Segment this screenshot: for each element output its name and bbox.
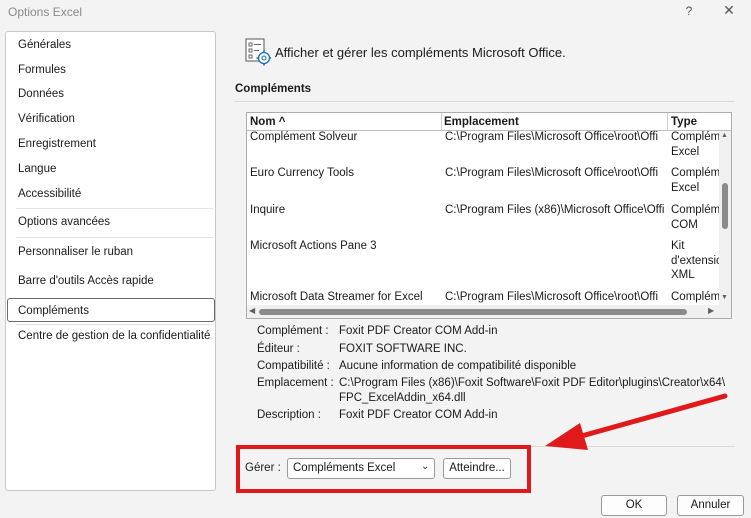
sidebar-divider [16,237,213,238]
sidebar-item-enregistrement[interactable]: Enregistrement [18,138,96,150]
row-type: Complém Excel [671,131,721,158]
row-name: Complément Solveur [250,131,358,143]
window-title: Options Excel [8,5,83,19]
list-header: Nom ^ Emplacement Type [247,113,731,131]
sidebar-divider [16,324,213,325]
scroll-down-arrow-icon[interactable]: ▼ [721,294,728,301]
detail-complement-label: Complément : [257,325,329,337]
title-bar: Options Excel ? ✕ [0,0,751,24]
detail-editor-value: FOXIT SOFTWARE INC. [339,343,467,355]
detail-editor-label: Éditeur : [257,343,300,355]
sidebar-item-personnaliser-ruban[interactable]: Personnaliser le ruban [18,246,133,258]
detail-compat-label: Compatibilité : [257,360,330,372]
detail-location-label: Emplacement : [257,377,334,389]
vertical-scroll-thumb[interactable] [722,183,728,229]
row-name: Microsoft Actions Pane 3 [250,240,377,252]
sidebar: Générales Formules Données Vérification … [5,31,216,491]
column-header-type[interactable]: Type [671,116,697,128]
detail-complement-value: Foxit PDF Creator COM Add-in [339,325,498,337]
sidebar-divider [16,208,213,209]
row-type: Complém Excel [671,167,721,194]
row-location: C:\Program Files\Microsoft Office\root\O… [445,131,659,143]
row-location: C:\Program Files\Microsoft Office\root\O… [445,167,659,179]
column-divider[interactable] [667,113,668,131]
sidebar-item-options-avancees[interactable]: Options avancées [18,216,110,228]
row-location: C:\Program Files (x86)\Microsoft Office\… [445,204,665,216]
scroll-up-arrow-icon[interactable]: ▲ [721,132,728,139]
row-name: Microsoft Data Streamer for Excel [250,291,423,303]
close-button[interactable]: ✕ [720,2,738,20]
detail-compat-value: Aucune information de compatibilité disp… [339,360,577,372]
sidebar-item-accessibilite[interactable]: Accessibilité [18,188,81,200]
scroll-left-arrow-icon[interactable]: ◀ [249,306,255,315]
section-divider [235,101,735,102]
column-divider[interactable] [441,113,442,131]
row-type: Kit d'extensic XML [671,240,721,281]
row-location: C:\Program Files\Microsoft Office\root\O… [445,291,659,303]
row-type: Complém [671,291,721,303]
help-button[interactable]: ? [682,4,696,20]
sidebar-item-langue[interactable]: Langue [18,163,56,175]
sidebar-item-complements[interactable]: Compléments [18,305,89,317]
horizontal-scroll-thumb[interactable] [259,309,687,315]
column-header-nom[interactable]: Nom ^ [250,116,285,128]
column-header-emplacement[interactable]: Emplacement [444,116,519,128]
scroll-right-arrow-icon[interactable]: ▶ [708,306,714,315]
addins-list[interactable]: Nom ^ Emplacement Type Complément Solveu… [246,112,732,319]
highlight-box [236,445,531,493]
sidebar-item-centre-confidentialite[interactable]: Centre de gestion de la confidentialité [18,330,210,342]
header-description: Afficher et gérer les compléments Micros… [275,45,566,60]
sidebar-item-barre-outils[interactable]: Barre d'outils Accès rapide [18,275,154,287]
detail-location-value-cont: FPC_ExcelAddin_x64.dll [339,392,466,404]
sidebar-item-formules[interactable]: Formules [18,64,66,76]
detail-description-label: Description : [257,409,321,421]
annotation-arrow-icon [545,393,728,450]
sidebar-item-generales[interactable]: Générales [18,39,71,51]
section-title: Compléments [235,83,312,95]
vertical-scrollbar[interactable]: ▲ ▼ [719,131,731,305]
ok-button[interactable]: OK [601,495,667,516]
cancel-button[interactable]: Annuler [677,495,744,516]
sidebar-item-donnees[interactable]: Données [18,88,64,100]
row-type: Complém COM [671,204,721,231]
detail-description-value: Foxit PDF Creator COM Add-in [339,409,498,421]
horizontal-scrollbar[interactable]: ◀ ▶ [247,305,731,318]
row-name: Euro Currency Tools [250,167,354,179]
addins-gear-icon [245,38,271,66]
detail-location-value: C:\Program Files (x86)\Foxit Software\Fo… [339,377,726,389]
row-name: Inquire [250,204,286,216]
sidebar-item-verification[interactable]: Vérification [18,113,75,125]
